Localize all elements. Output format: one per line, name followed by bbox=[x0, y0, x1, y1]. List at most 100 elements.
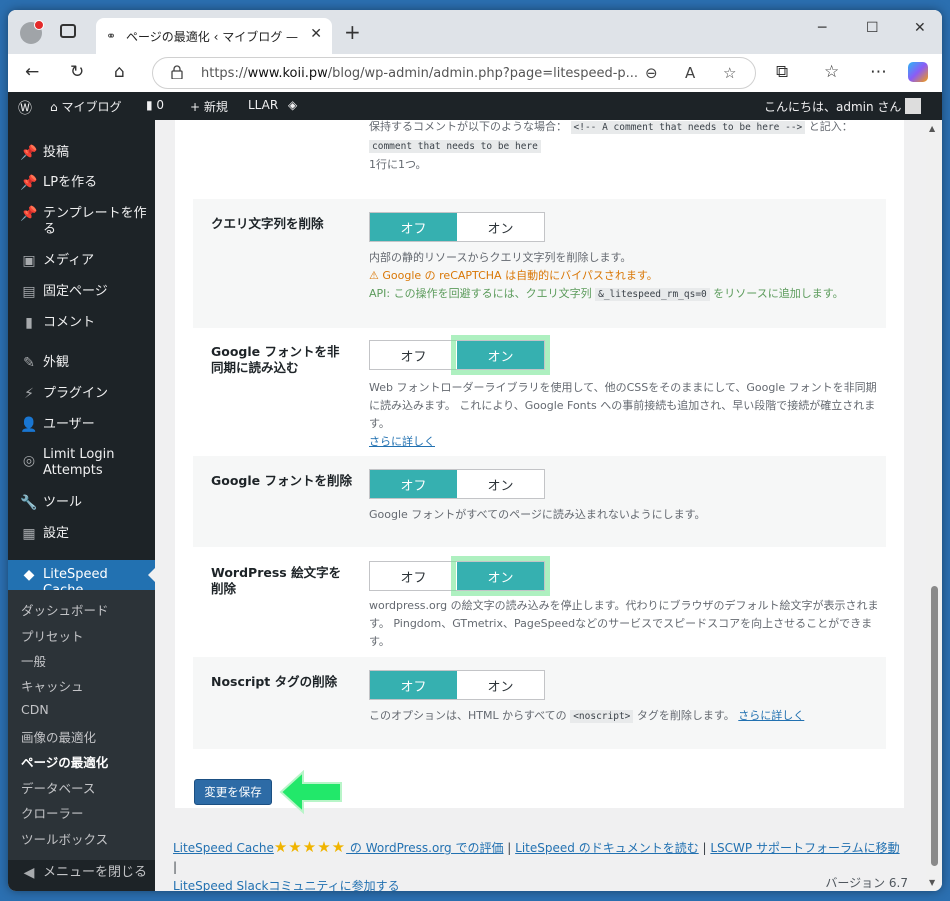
llar-link[interactable]: LLAR bbox=[248, 98, 278, 112]
copilot-icon[interactable] bbox=[908, 62, 928, 82]
submenu-cache[interactable]: キャッシュ bbox=[21, 676, 84, 695]
wp-admin-bar: Ⓦ ⌂ マイブログ ▮ 0 + 新規 LLAR ◈ こんにちは、admin さん bbox=[8, 92, 942, 120]
read-aloud-icon[interactable]: A bbox=[685, 64, 695, 82]
url-text: https://www.koii.pw/blog/wp-admin/admin.… bbox=[201, 66, 639, 81]
toggle-on-option[interactable]: オン bbox=[451, 556, 550, 596]
favorite-star-icon[interactable]: ☆ bbox=[723, 64, 736, 82]
footer-docs-link[interactable]: LiteSpeed のドキュメントを読む bbox=[515, 841, 699, 855]
new-tab-icon[interactable]: + bbox=[344, 20, 361, 44]
toggle-off-option[interactable]: オフ bbox=[370, 671, 457, 699]
footer-slack-link[interactable]: LiteSpeed Slackコミュニティに参加する bbox=[173, 879, 400, 891]
toggle-on-option[interactable]: オン bbox=[457, 671, 544, 699]
submenu-toolbox[interactable]: ツールボックス bbox=[21, 829, 108, 848]
setting-label: Noscript タグの削除 bbox=[211, 674, 338, 689]
media-icon: ▣ bbox=[22, 253, 36, 269]
setting-row-remove-google-fonts: Google フォントを削除 オフ オン Google フォントがすべてのページ… bbox=[193, 456, 886, 547]
comments-link[interactable]: ▮ 0 bbox=[146, 98, 164, 112]
setting-label: Google フォントを非同期に読み込む bbox=[211, 344, 340, 375]
learn-more-link[interactable]: さらに詳しく bbox=[738, 709, 804, 722]
plugin-icon: ⚡ bbox=[24, 386, 34, 402]
close-tab-icon[interactable]: ✕ bbox=[310, 26, 322, 42]
litespeed-submenu: ダッシュボード プリセット 一般 キャッシュ CDN 画像の最適化 ページの最適… bbox=[8, 590, 155, 860]
site-name-link[interactable]: ⌂ マイブログ bbox=[50, 98, 121, 115]
learn-more-link[interactable]: さらに詳しく bbox=[369, 435, 435, 448]
favorites-icon[interactable]: ☆ bbox=[824, 62, 839, 82]
submenu-cdn[interactable]: CDN bbox=[21, 702, 49, 717]
submenu-database[interactable]: データベース bbox=[21, 778, 95, 797]
navigation-bar: ← ↻ ⌂ https://www.koii.pw/blog/wp-admin/… bbox=[8, 54, 942, 92]
footer-rating-link[interactable]: の WordPress.org での評価 bbox=[346, 841, 504, 855]
setting-description: 内部の静的リソースからクエリ文字列を削除します。 ⚠ Google の reCA… bbox=[369, 251, 844, 301]
browser-window: ⚭ ページの最適化 ‹ マイブログ — WordPress ✕ + ─ ☐ ✕ … bbox=[8, 10, 942, 891]
active-tab[interactable]: ⚭ ページの最適化 ‹ マイブログ — WordPress ✕ bbox=[96, 18, 332, 54]
back-icon[interactable]: ← bbox=[25, 62, 39, 82]
link-icon: ⚭ bbox=[106, 29, 117, 43]
toggle-off-option[interactable]: オフ bbox=[370, 470, 457, 498]
maximize-icon[interactable]: ☐ bbox=[866, 20, 879, 36]
submenu-presets[interactable]: プリセット bbox=[21, 626, 84, 645]
submenu-crawler[interactable]: クローラー bbox=[21, 803, 84, 822]
toggle-remove-noscript[interactable]: オフ オン bbox=[369, 670, 545, 700]
scrollbar-thumb[interactable] bbox=[931, 586, 938, 866]
toggle-off-option[interactable]: オフ bbox=[370, 341, 457, 369]
tab-strip: ⚭ ページの最適化 ‹ マイブログ — WordPress ✕ + ─ ☐ ✕ bbox=[8, 10, 942, 54]
new-content-link[interactable]: + 新規 bbox=[190, 98, 228, 115]
pin-icon: 📌 bbox=[20, 145, 38, 161]
rating-stars-icon[interactable]: ★★★★★ bbox=[274, 838, 346, 856]
tab-actions-icon[interactable] bbox=[60, 24, 76, 38]
scroll-up-icon[interactable]: ▲ bbox=[929, 124, 935, 133]
green-arrow-annotation-icon bbox=[279, 770, 342, 814]
setting-description: Web フォントローダーライブラリを使用して、他のCSSをそのままにして、Goo… bbox=[369, 381, 877, 448]
tab-title: ページの最適化 ‹ マイブログ — WordPress bbox=[126, 30, 302, 44]
setting-row-remove-emoji: WordPress 絵文字を削除 オフ オン wordpress.org の絵文… bbox=[193, 547, 886, 657]
scroll-down-icon[interactable]: ▼ bbox=[929, 878, 935, 887]
main-content: 保持するコメントが以下のような場合： <!-- A comment that n… bbox=[155, 120, 926, 891]
submenu-image-optimization[interactable]: 画像の最適化 bbox=[21, 727, 96, 746]
lock-icon bbox=[171, 65, 183, 79]
setting-row-async-google-fonts: Google フォントを非同期に読み込む オフ オン Web フォントローダーラ… bbox=[193, 328, 886, 456]
settings-icon: ▦ bbox=[22, 526, 36, 542]
save-changes-button[interactable]: 変更を保存 bbox=[194, 779, 272, 805]
extensions-icon[interactable]: ⧉ bbox=[776, 62, 788, 82]
litespeed-icon: ◆ bbox=[23, 567, 35, 583]
toggle-off-option[interactable]: オフ bbox=[370, 562, 457, 590]
litespeed-diamond-icon[interactable]: ◈ bbox=[288, 98, 297, 112]
submenu-general[interactable]: 一般 bbox=[21, 651, 46, 670]
toggle-async-google-fonts[interactable]: オフ オン bbox=[369, 335, 550, 375]
top-description: 保持するコメントが以下のような場合： <!-- A comment that n… bbox=[369, 120, 853, 171]
user-icon: 👤 bbox=[20, 417, 38, 433]
wrench-icon: 🔧 bbox=[20, 495, 38, 511]
setting-description: Google フォントがすべてのページに読み込まれないようにします。 bbox=[369, 508, 706, 521]
submenu-dashboard[interactable]: ダッシュボード bbox=[21, 600, 109, 619]
submenu-page-optimization[interactable]: ページの最適化 bbox=[21, 752, 108, 771]
greeting-account[interactable]: こんにちは、admin さん bbox=[764, 98, 922, 115]
setting-label: Google フォントを削除 bbox=[211, 473, 352, 488]
profile-avatar-icon[interactable] bbox=[20, 20, 44, 44]
toggle-remove-google-fonts[interactable]: オフ オン bbox=[369, 469, 545, 499]
footer-forum-link[interactable]: LSCWP サポートフォーラムに移動 bbox=[710, 841, 899, 855]
setting-row-remove-query-strings: クエリ文字列を削除 オフ オン 内部の静的リソースからクエリ文字列を削除します。… bbox=[193, 199, 886, 328]
setting-row-remove-noscript: Noscript タグの削除 オフ オン このオプションは、HTML からすべて… bbox=[193, 657, 886, 749]
toggle-remove-emoji[interactable]: オフ オン bbox=[369, 556, 550, 596]
toggle-on-option[interactable]: オン bbox=[451, 335, 550, 375]
pin-icon: 📌 bbox=[20, 175, 38, 191]
more-menu-icon[interactable]: ⋯ bbox=[870, 62, 887, 82]
toggle-on-option[interactable]: オン bbox=[457, 213, 544, 241]
brush-icon: ✎ bbox=[23, 355, 35, 371]
home-icon[interactable]: ⌂ bbox=[114, 62, 125, 82]
refresh-icon[interactable]: ↻ bbox=[70, 62, 84, 82]
setting-description: このオプションは、HTML からすべての <noscript> タグを削除します… bbox=[369, 709, 805, 723]
toggle-on-option[interactable]: オン bbox=[457, 470, 544, 498]
footer-brand-link[interactable]: LiteSpeed Cache bbox=[173, 841, 274, 855]
toggle-off-option[interactable]: オフ bbox=[370, 213, 457, 241]
page-scrollbar[interactable]: ▲ ▼ bbox=[926, 120, 942, 891]
close-window-icon[interactable]: ✕ bbox=[914, 20, 926, 36]
page-icon: ▤ bbox=[22, 284, 36, 300]
setting-label: クエリ文字列を削除 bbox=[211, 216, 324, 231]
address-bar[interactable]: https://www.koii.pw/blog/wp-admin/admin.… bbox=[152, 57, 756, 89]
wordpress-logo-icon[interactable]: Ⓦ bbox=[18, 98, 32, 118]
toggle-remove-query-strings[interactable]: オフ オン bbox=[369, 212, 545, 242]
minimize-icon[interactable]: ─ bbox=[818, 20, 826, 36]
sidebar-item-litespeed[interactable]: ◆LiteSpeed Cache bbox=[8, 560, 155, 598]
zoom-icon[interactable]: ⊖ bbox=[645, 64, 658, 82]
